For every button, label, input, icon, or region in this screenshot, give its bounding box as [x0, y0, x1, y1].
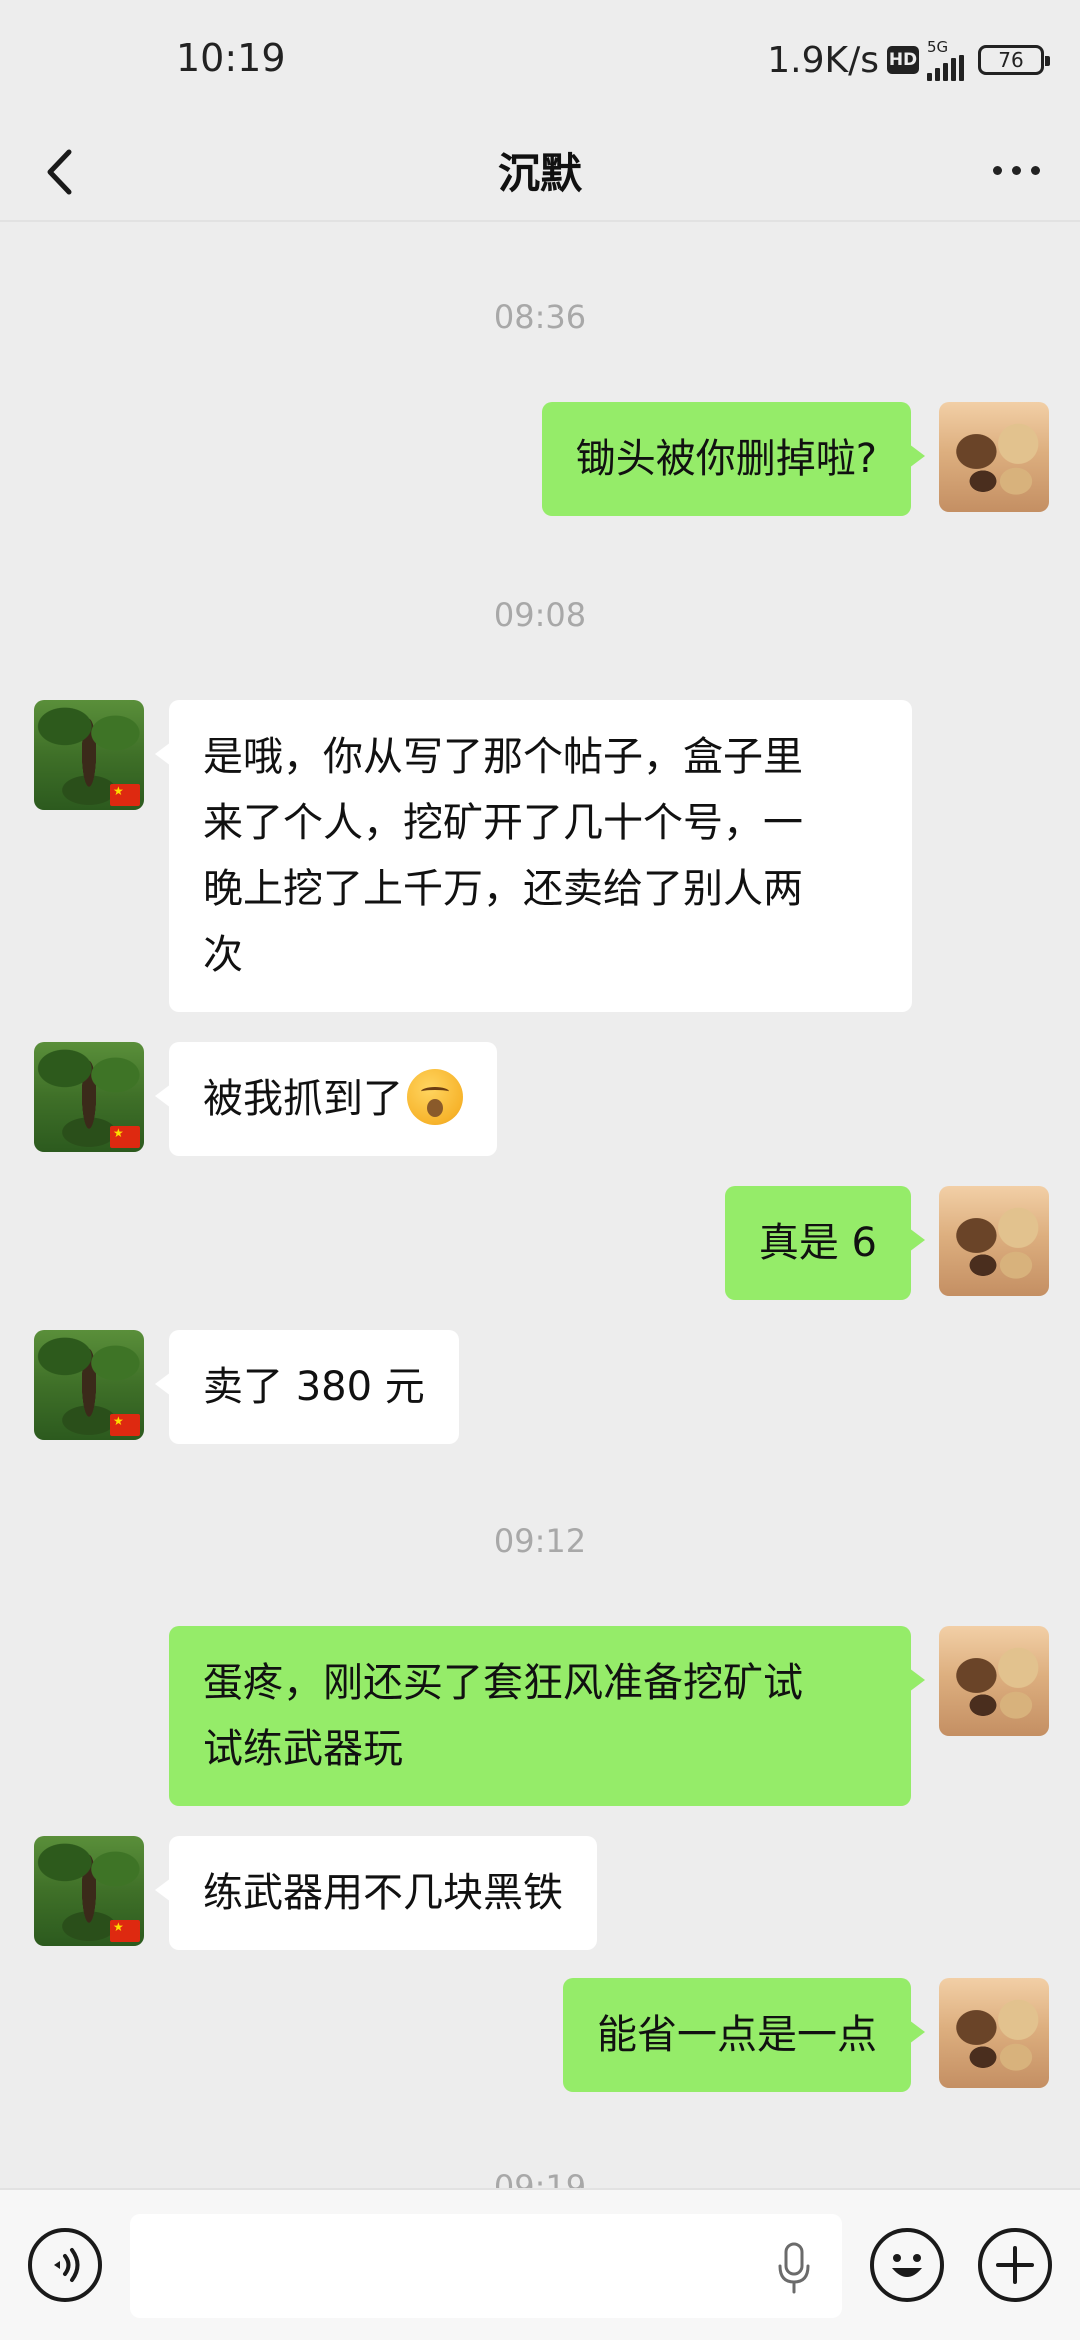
emoji-icon [892, 2254, 922, 2277]
contact-avatar[interactable] [34, 700, 144, 810]
message-text-line: 次 [203, 932, 243, 978]
message-text-line: 是哦，你从写了那个帖子，盒子里 [203, 734, 803, 780]
message-text: 卖了 380 元 [203, 1364, 425, 1410]
china-flag-icon [110, 1126, 140, 1148]
timestamp: 09:12 [493, 1522, 587, 1560]
message-bubble-sent[interactable]: 锄头被你删掉啦? [541, 402, 926, 516]
china-flag-icon [110, 784, 140, 806]
status-bar: 10:19 1.9K/s HD 5G 76 [0, 0, 1080, 120]
chat-area[interactable]: 08:36 锄头被你删掉啦? 09:08 是哦，你从写了那个帖子，盒子里 来了个… [0, 222, 1080, 2188]
message-text-line: 试练武器玩 [203, 1726, 403, 1772]
china-flag-icon [110, 1414, 140, 1436]
more-dots-icon [992, 165, 1002, 175]
microphone-icon[interactable] [770, 2240, 818, 2296]
status-indicators: 1.9K/s HD 5G 76 [767, 37, 1050, 82]
message-bubble-received[interactable]: 卖了 380 元 [155, 1330, 459, 1444]
smirk-emoji-icon [407, 1069, 463, 1125]
contact-avatar[interactable] [34, 1836, 144, 1946]
timestamp: 09:08 [493, 596, 587, 634]
signal-icon: 5G [927, 37, 964, 81]
message-bubble-received[interactable]: 是哦，你从写了那个帖子，盒子里 来了个人，挖矿开了几十个号，一 晚上挖了上千万，… [155, 700, 912, 1012]
chat-title: 沉默 [497, 149, 582, 198]
message-input[interactable] [130, 2214, 842, 2318]
network-type: 5G [927, 37, 949, 56]
message-bubble-sent[interactable]: 蛋疼，刚还买了套狂风准备挖矿试 试练武器玩 [169, 1626, 925, 1806]
message-text-line: 来了个人，挖矿开了几十个号，一 [203, 800, 803, 846]
my-avatar[interactable] [939, 402, 1049, 512]
plus-button[interactable] [978, 2228, 1052, 2302]
status-time: 10:19 [176, 36, 286, 80]
message-bubble-sent[interactable]: 真是 6 [724, 1186, 926, 1300]
timestamp: 08:36 [493, 298, 587, 336]
message-text: 真是 6 [758, 1220, 877, 1266]
message-bubble-sent[interactable]: 能省一点是一点 [563, 1978, 925, 2092]
voice-icon [54, 2248, 80, 2282]
more-button[interactable] [976, 130, 1056, 210]
hd-icon: HD [887, 46, 919, 74]
message-text-line: 晚上挖了上千万，还卖给了别人两 [203, 866, 803, 912]
input-bar [0, 2188, 1080, 2340]
my-avatar[interactable] [939, 1186, 1049, 1296]
china-flag-icon [110, 1920, 140, 1942]
message-text: 锄头被你删掉啦? [575, 436, 877, 482]
message-bubble-received[interactable]: 练武器用不几块黑铁 [155, 1836, 597, 1950]
contact-avatar[interactable] [34, 1330, 144, 1440]
timestamp: 09:19 [493, 2168, 587, 2188]
plus-icon [996, 2246, 1034, 2284]
message-text: 练武器用不几块黑铁 [203, 1870, 563, 1916]
message-text: 能省一点是一点 [597, 2012, 877, 2058]
emoji-button[interactable] [870, 2228, 944, 2302]
battery-level: 76 [998, 48, 1024, 72]
message-text-line: 蛋疼，刚还买了套狂风准备挖矿试 [203, 1660, 803, 1706]
message-bubble-received[interactable]: 被我抓到了 [155, 1042, 497, 1156]
message-text: 被我抓到了 [203, 1076, 403, 1122]
nav-bar: 沉默 [0, 120, 1080, 220]
network-speed: 1.9K/s [767, 39, 879, 81]
voice-button[interactable] [28, 2228, 102, 2302]
contact-avatar[interactable] [34, 1042, 144, 1152]
my-avatar[interactable] [939, 1978, 1049, 2088]
battery-icon: 76 [978, 45, 1050, 75]
my-avatar[interactable] [939, 1626, 1049, 1736]
